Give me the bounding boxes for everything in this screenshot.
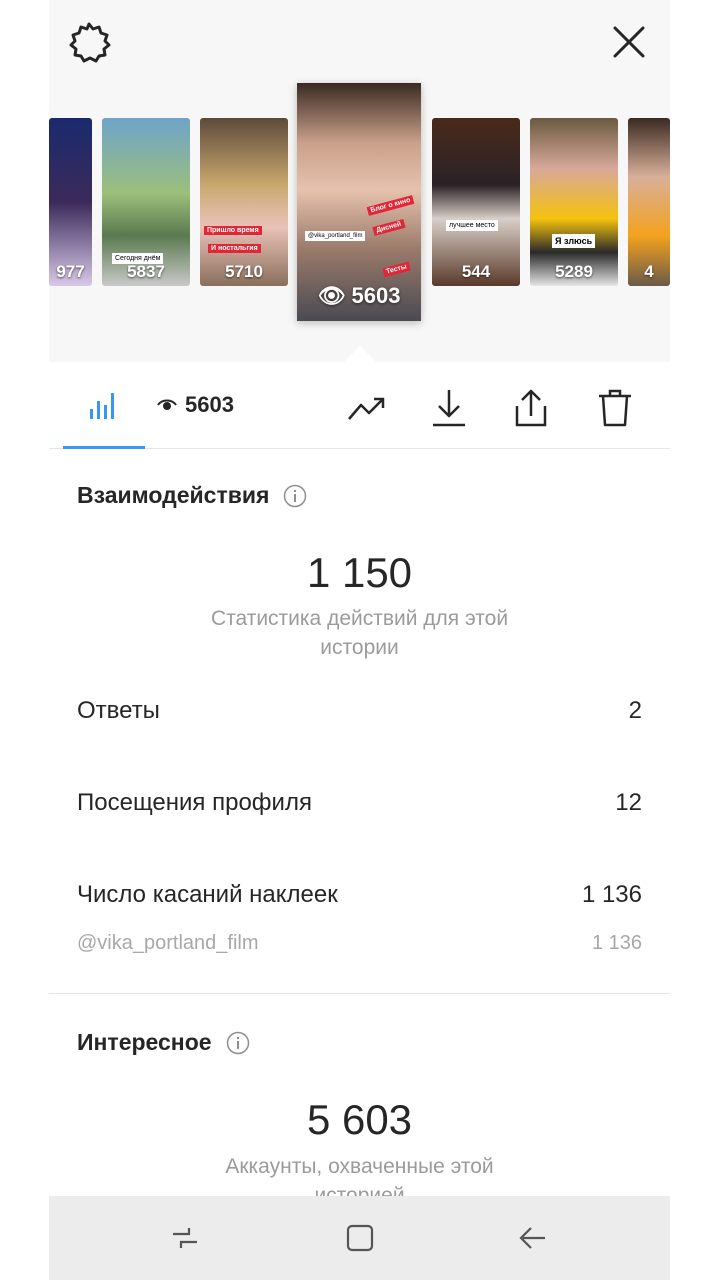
story-views: 5837 xyxy=(127,262,165,281)
story-caption: Я злюсь xyxy=(552,234,596,248)
stat-value: 1 136 xyxy=(581,881,642,908)
trend-icon xyxy=(348,397,385,420)
story-views: 977 xyxy=(56,262,85,281)
interactions-subtitle: Статистика действий для этой истории xyxy=(210,607,509,659)
stat-label: Ответы xyxy=(77,697,160,724)
story-caption: @vika_portland_film xyxy=(305,231,366,241)
share-icon xyxy=(515,389,547,427)
story-sticker: И ностальгия xyxy=(208,244,261,253)
system-navbar xyxy=(49,1196,670,1280)
story-thumbnail[interactable]: 977 xyxy=(49,118,92,286)
eye-icon xyxy=(157,399,177,410)
share-button[interactable] xyxy=(509,386,553,430)
sticker-account-value: 1 136 xyxy=(591,932,642,954)
stat-value: 12 xyxy=(615,789,642,816)
delete-button[interactable] xyxy=(593,386,637,430)
interactions-total: 1 150 xyxy=(306,549,413,596)
sticker-account-label: @vika_portland_film xyxy=(77,932,259,954)
recent-apps-icon xyxy=(173,1228,197,1248)
insights-toolbar: 5603 xyxy=(49,364,670,449)
story-thumbnail[interactable]: Я злюсь 5289 xyxy=(530,118,618,286)
stat-row: Посещения профиля 12 xyxy=(77,789,642,817)
bar-chart-icon xyxy=(90,393,114,419)
story-insights-screen: 977 Сегодня днём 5837 Пришло время И нос… xyxy=(49,0,670,1280)
story-caption: лучшее место xyxy=(446,220,498,231)
eye-icon: 👁 xyxy=(317,283,352,308)
home-icon xyxy=(346,1224,374,1252)
story-views: 5710 xyxy=(225,262,263,281)
tab-insights[interactable] xyxy=(63,364,145,449)
download-icon xyxy=(433,390,465,427)
discovery-title: Интересное xyxy=(77,1029,212,1055)
sticker-row: @vika_portland_film 1 136 xyxy=(77,932,642,955)
story-sticker: Пришло время xyxy=(204,226,262,235)
stat-row: Ответы 2 xyxy=(77,697,642,725)
trash-icon xyxy=(599,389,631,427)
insights-trend-button[interactable] xyxy=(345,386,389,430)
section-divider xyxy=(49,993,670,994)
story-views: 4 xyxy=(644,262,654,281)
tab-viewers[interactable]: 5603 xyxy=(157,392,234,418)
interactions-title: Взаимодействия xyxy=(77,482,270,508)
home-button[interactable] xyxy=(338,1216,382,1260)
selection-pointer xyxy=(343,346,377,363)
discovery-total: 5 603 xyxy=(306,1096,413,1143)
discovery-section-title: Интересное xyxy=(77,1029,250,1056)
stat-label: Число касаний наклеек xyxy=(77,881,338,908)
story-sticker: Дисней xyxy=(372,219,406,236)
settings-button[interactable] xyxy=(67,20,111,64)
info-icon[interactable] xyxy=(226,1031,250,1055)
download-button[interactable] xyxy=(427,386,471,430)
views-count: 5603 xyxy=(185,392,234,417)
back-button[interactable] xyxy=(511,1216,555,1260)
gear-icon xyxy=(69,22,111,63)
info-icon[interactable] xyxy=(283,484,307,508)
story-thumbnail[interactable]: Пришло время И ностальгия 5710 xyxy=(200,118,288,286)
story-views: 544 xyxy=(461,262,491,281)
story-views: 👁 5603 xyxy=(317,283,401,308)
close-icon xyxy=(613,26,645,58)
story-sticker: Тесты xyxy=(382,261,411,278)
stat-value: 2 xyxy=(628,697,642,724)
stat-label: Посещения профиля xyxy=(77,789,312,816)
story-thumbnail[interactable]: 4 xyxy=(628,118,670,286)
story-views: 5289 xyxy=(555,262,593,281)
interactions-section-title: Взаимодействия xyxy=(77,482,307,509)
stat-row: Число касаний наклеек 1 136 xyxy=(77,881,642,909)
story-sticker: Блог о кино xyxy=(366,195,415,216)
story-strip: 977 Сегодня днём 5837 Пришло время И нос… xyxy=(49,0,670,363)
back-icon xyxy=(519,1227,545,1249)
close-button[interactable] xyxy=(607,20,651,64)
story-thumbnail[interactable]: Сегодня днём 5837 xyxy=(102,118,190,286)
story-thumbnail[interactable]: лучшее место 544 xyxy=(432,118,520,286)
recent-apps-button[interactable] xyxy=(163,1216,207,1260)
selected-story-thumbnail[interactable]: Блог о кино Дисней Тесты @vika_portland_… xyxy=(297,83,421,321)
